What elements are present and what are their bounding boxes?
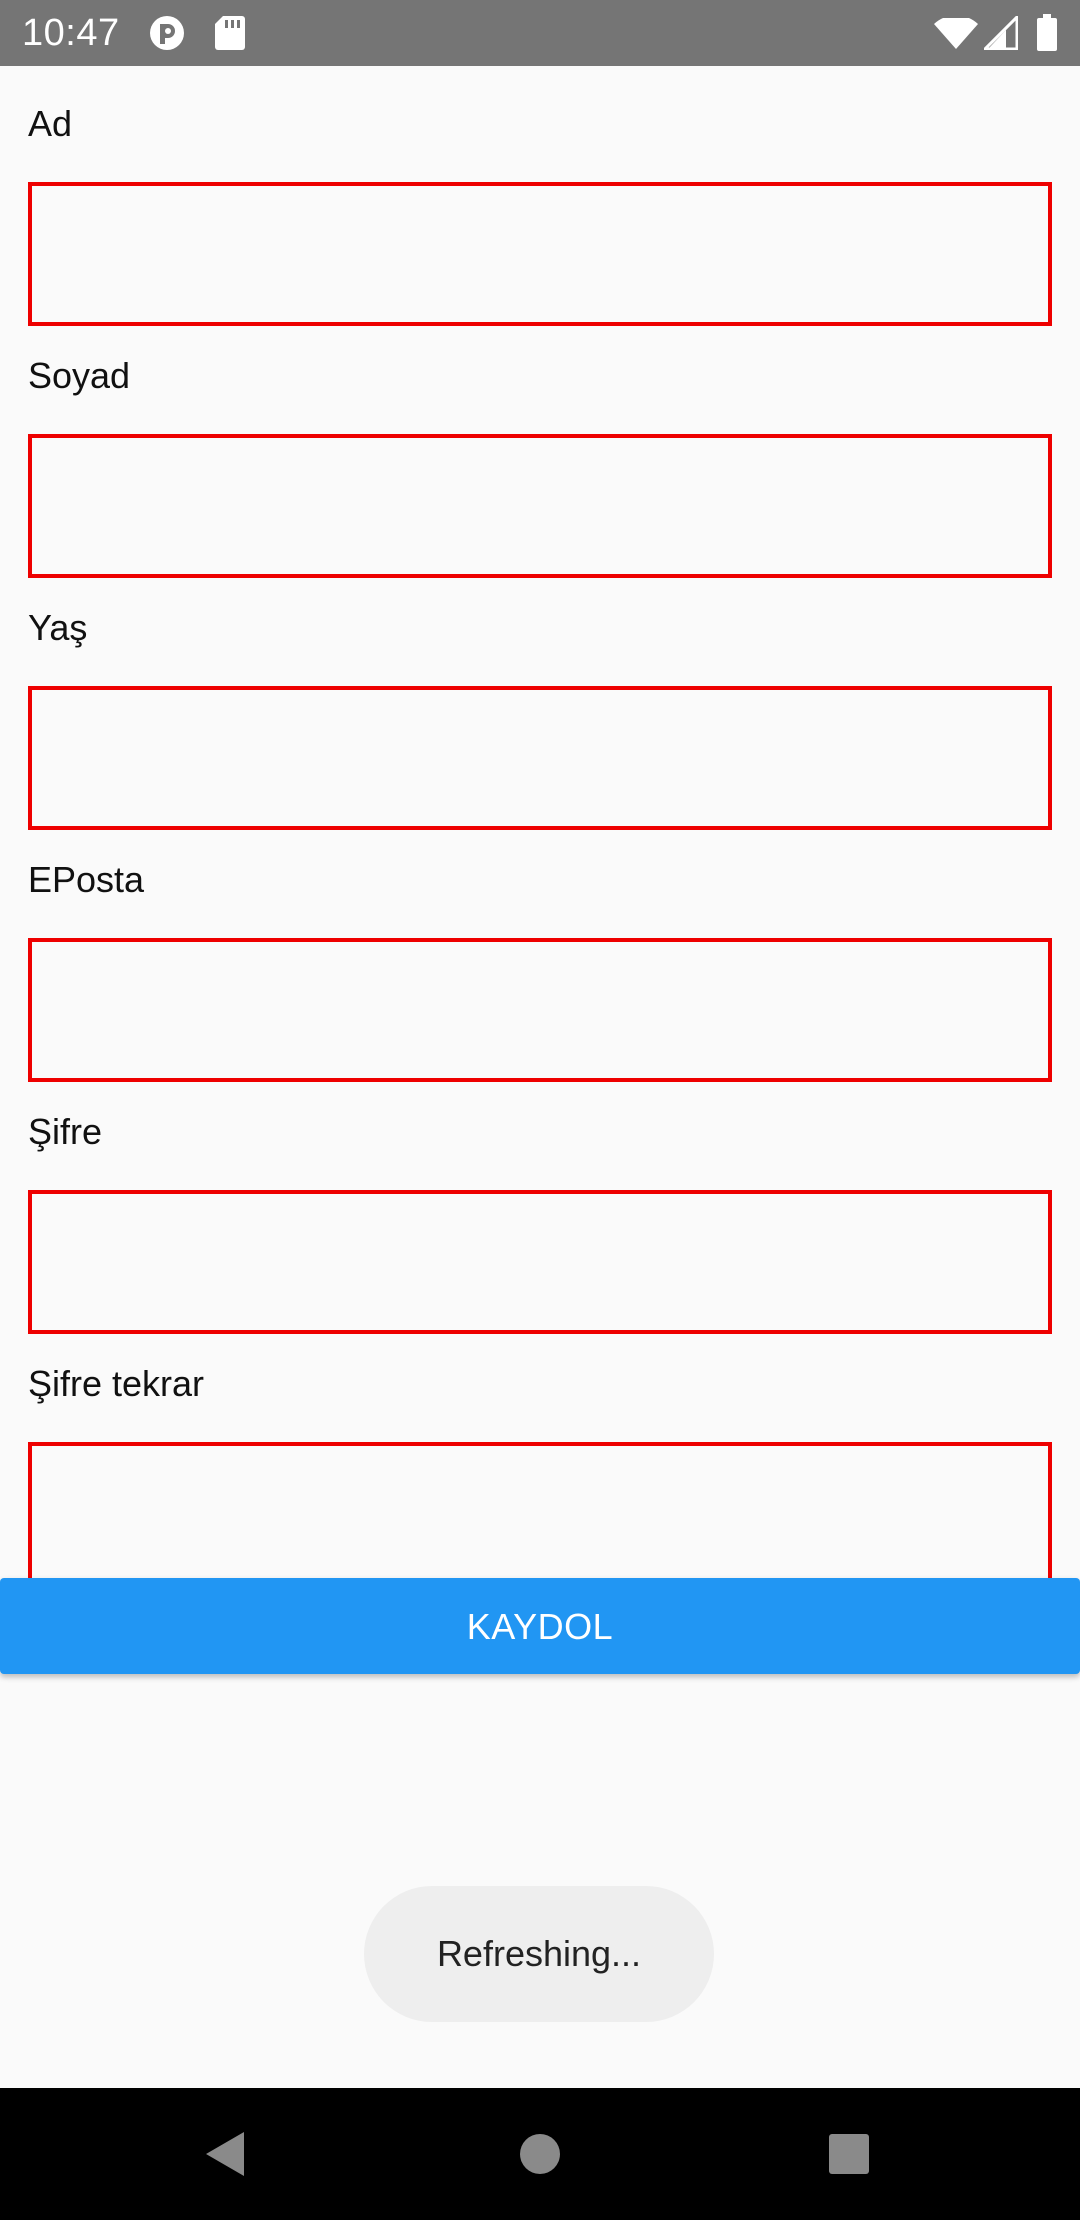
status-time: 10:47 bbox=[22, 12, 120, 54]
password-label: Şifre bbox=[28, 1111, 103, 1152]
back-icon[interactable] bbox=[190, 2118, 262, 2190]
password-repeat-input[interactable] bbox=[28, 1442, 1052, 1586]
cell-signal-icon bbox=[984, 16, 1018, 50]
age-label: Yaş bbox=[28, 607, 88, 648]
first-name-label: Ad bbox=[28, 103, 73, 144]
sd-card-icon bbox=[215, 16, 245, 50]
first-name-input[interactable] bbox=[28, 182, 1052, 326]
app-notification-icon bbox=[150, 16, 184, 50]
last-name-label: Soyad bbox=[28, 355, 131, 396]
email-label: EPosta bbox=[28, 859, 145, 900]
status-bar: 10:47 bbox=[0, 0, 1080, 66]
wifi-icon bbox=[934, 18, 978, 49]
register-button[interactable]: KAYDOL bbox=[0, 1578, 1080, 1674]
refreshing-toast: Refreshing... bbox=[364, 1886, 714, 2022]
navigation-bar bbox=[0, 2088, 1080, 2220]
home-icon[interactable] bbox=[504, 2118, 576, 2190]
app-screen: 10:47 Ad Soyad Yaş EPosta Şifre Şifre te… bbox=[0, 0, 1080, 2220]
age-input[interactable] bbox=[28, 686, 1052, 830]
email-input[interactable] bbox=[28, 938, 1052, 1082]
password-input[interactable] bbox=[28, 1190, 1052, 1334]
password-repeat-label: Şifre tekrar bbox=[28, 1363, 205, 1404]
last-name-input[interactable] bbox=[28, 434, 1052, 578]
recents-icon[interactable] bbox=[813, 2118, 885, 2190]
battery-icon bbox=[1037, 14, 1057, 51]
